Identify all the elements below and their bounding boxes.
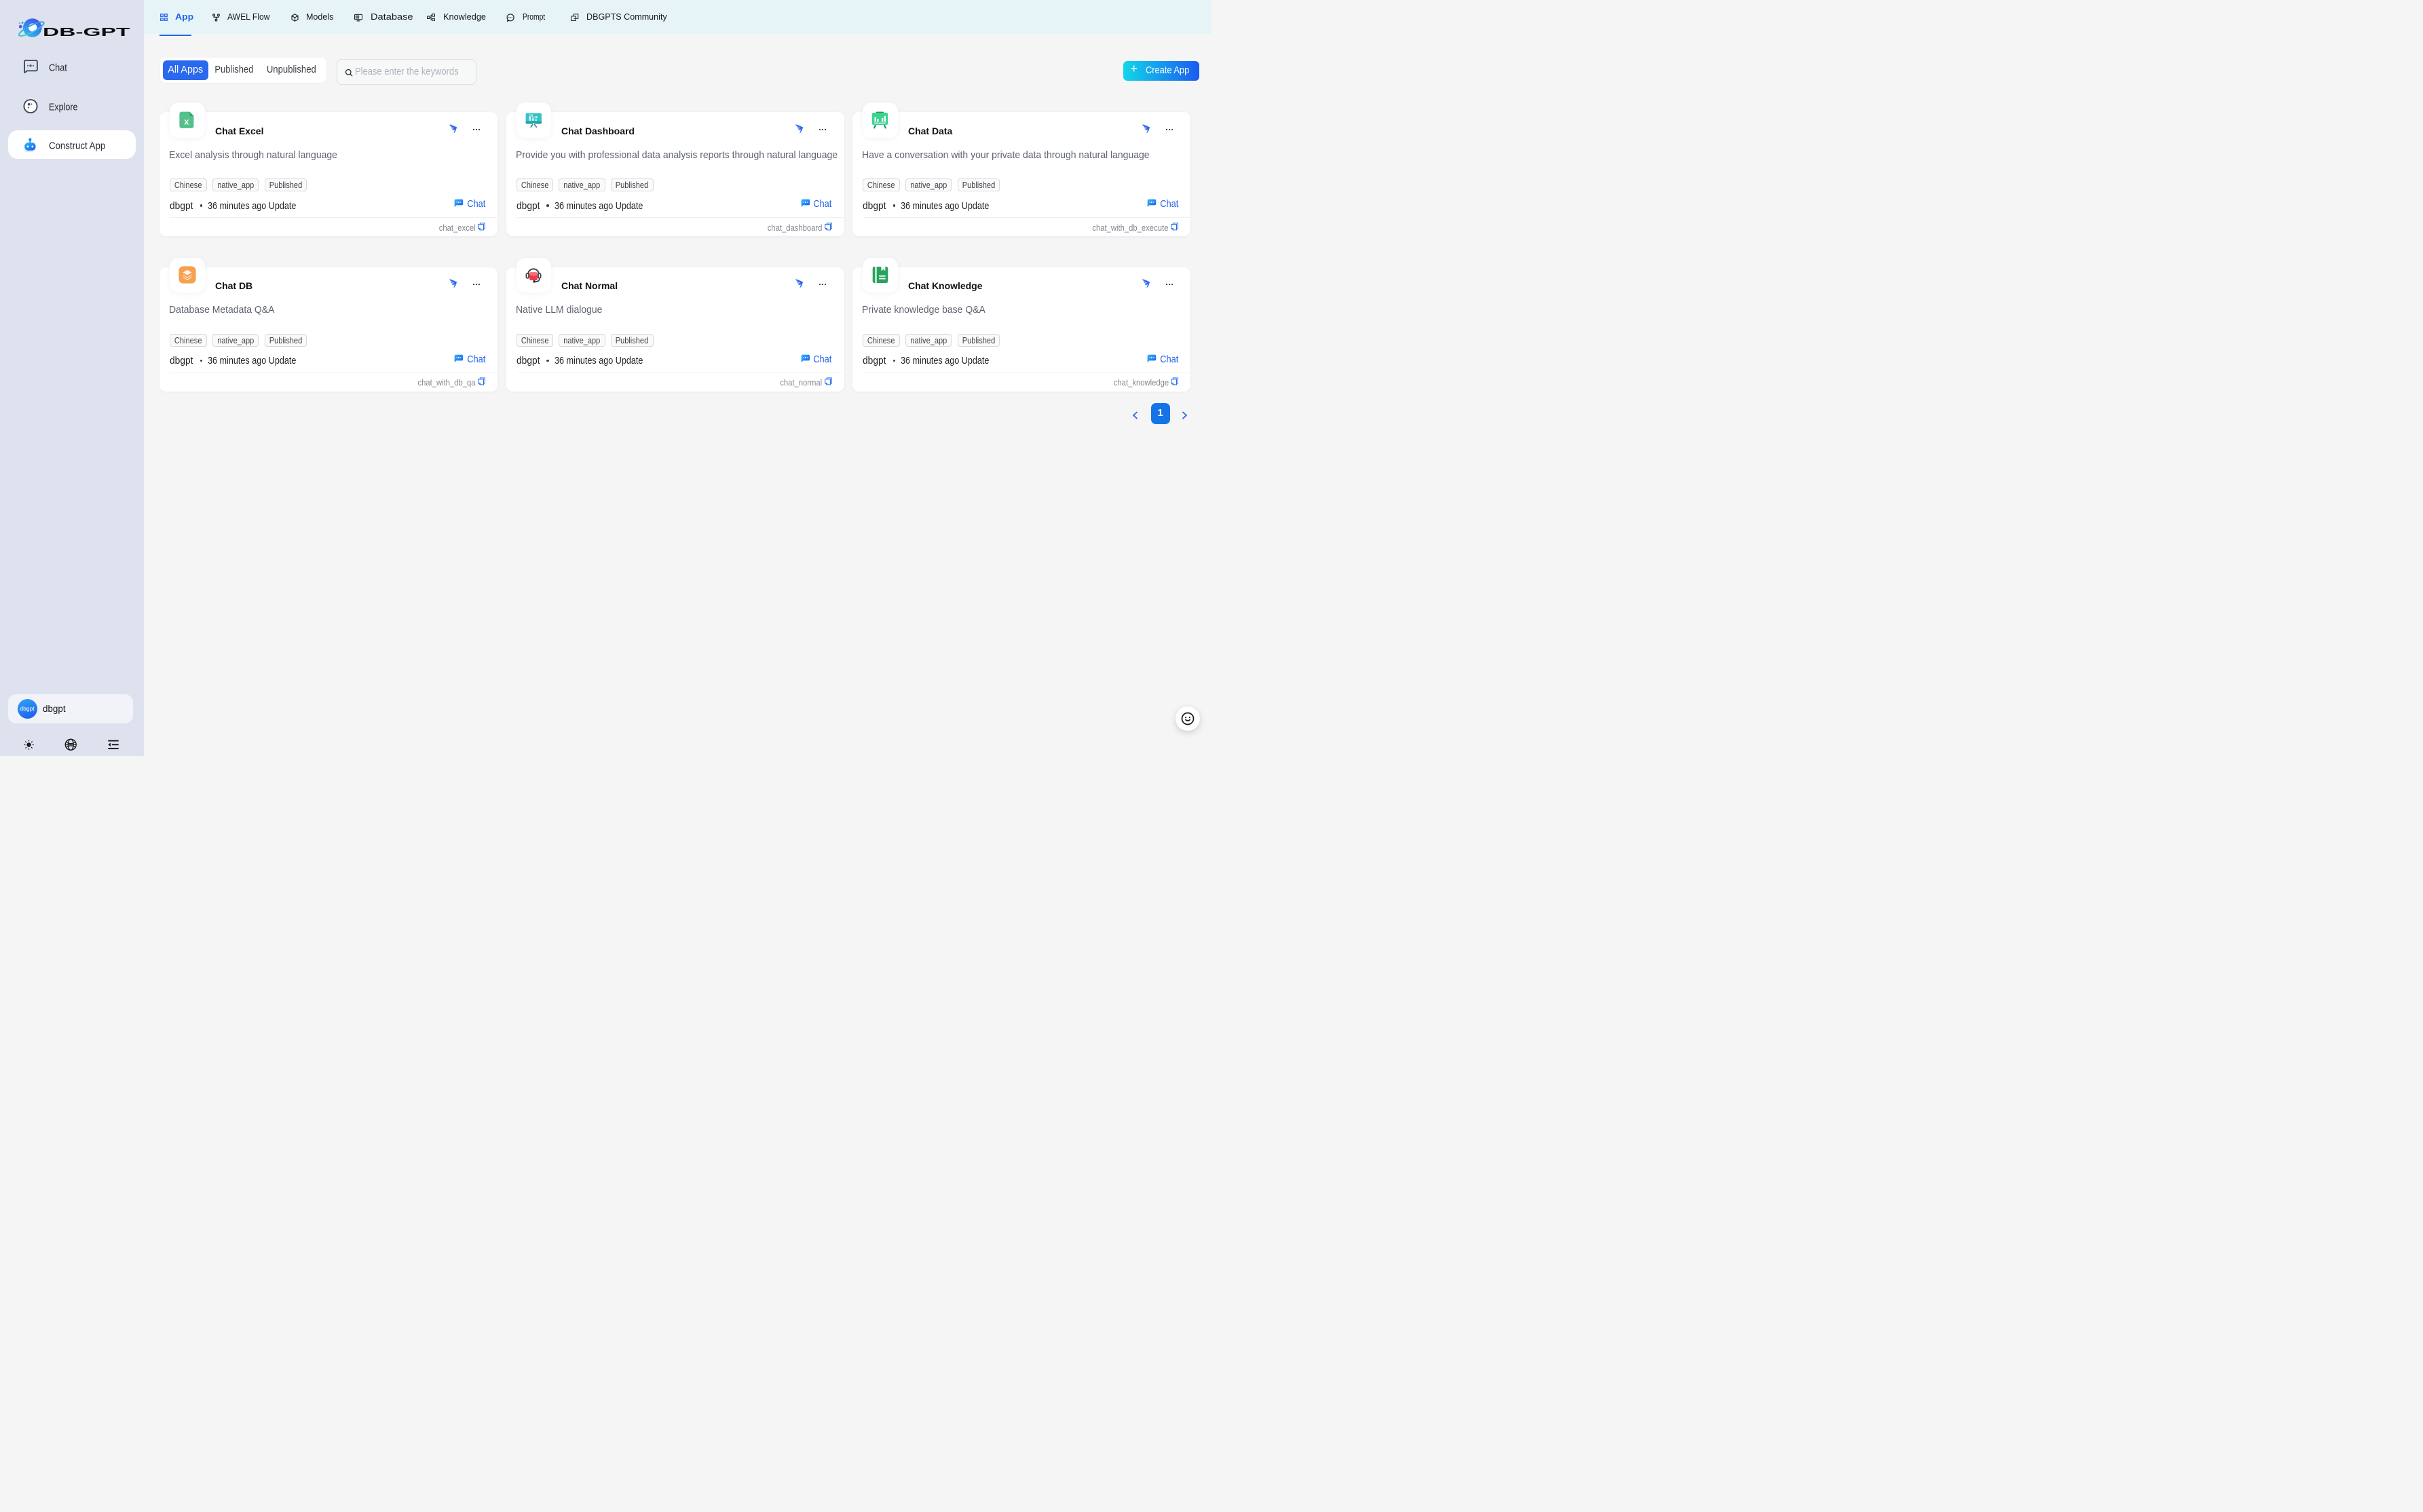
svg-text:x: x <box>185 117 189 126</box>
